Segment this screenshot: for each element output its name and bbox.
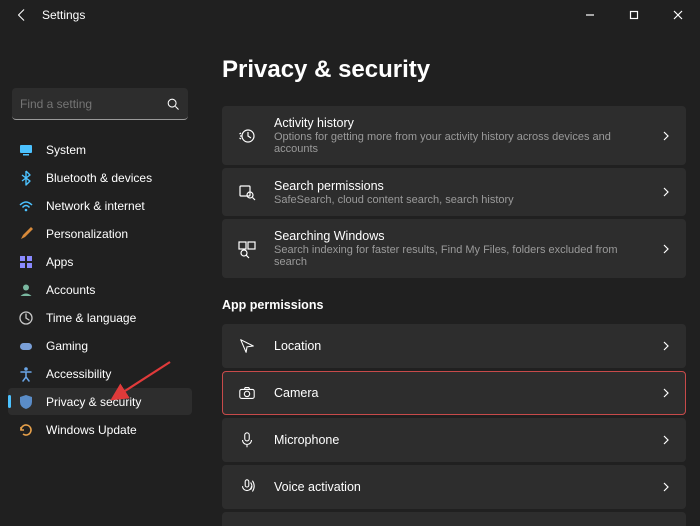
wifi-icon (18, 198, 34, 214)
card-title: Camera (274, 386, 644, 400)
app-title: Settings (42, 8, 85, 22)
card-text: Voice activation (274, 480, 644, 494)
sidebar: System Bluetooth & devices Network & int… (0, 30, 200, 526)
titlebar: Settings (0, 0, 700, 30)
sidebar-item-label: Network & internet (46, 199, 145, 213)
back-arrow-icon (15, 8, 29, 22)
search-box[interactable] (12, 88, 188, 120)
card-location[interactable]: Location (222, 324, 686, 368)
sidebar-item-system[interactable]: System (8, 136, 192, 163)
page-title: Privacy & security (222, 56, 686, 84)
body: System Bluetooth & devices Network & int… (0, 30, 700, 526)
history-icon (236, 125, 258, 147)
main-content[interactable]: Privacy & security Activity history Opti… (200, 30, 700, 526)
bluetooth-icon (18, 170, 34, 186)
sidebar-item-label: Accounts (46, 283, 95, 297)
apps-grid-icon (18, 254, 34, 270)
card-text: Searching Windows Search indexing for fa… (274, 229, 644, 268)
card-title: Voice activation (274, 480, 644, 494)
chevron-right-icon (660, 186, 672, 198)
sidebar-item-accounts[interactable]: Accounts (8, 276, 192, 303)
card-subtitle: Options for getting more from your activ… (274, 131, 644, 155)
card-title: Search permissions (274, 179, 644, 193)
card-notifications[interactable]: Notifications (222, 512, 686, 526)
sidebar-item-network[interactable]: Network & internet (8, 192, 192, 219)
chevron-right-icon (660, 340, 672, 352)
person-icon (18, 282, 34, 298)
card-title: Location (274, 339, 644, 353)
card-voice-activation[interactable]: Voice activation (222, 465, 686, 509)
card-text: Search permissions SafeSearch, cloud con… (274, 179, 644, 206)
card-searching-windows[interactable]: Searching Windows Search indexing for fa… (222, 219, 686, 278)
sidebar-item-privacy-security[interactable]: Privacy & security (8, 388, 192, 415)
chevron-right-icon (660, 481, 672, 493)
sidebar-item-time-language[interactable]: Time & language (8, 304, 192, 331)
clock-icon (18, 310, 34, 326)
minimize-icon (585, 10, 595, 20)
card-search-permissions[interactable]: Search permissions SafeSearch, cloud con… (222, 168, 686, 216)
sidebar-item-label: Time & language (46, 311, 136, 325)
maximize-icon (629, 10, 639, 20)
sidebar-item-label: Bluetooth & devices (46, 171, 152, 185)
chevron-right-icon (660, 130, 672, 142)
card-subtitle: SafeSearch, cloud content search, search… (274, 194, 644, 206)
search-windows-icon (236, 238, 258, 260)
sidebar-item-label: Gaming (46, 339, 88, 353)
card-text: Microphone (274, 433, 644, 447)
card-text: Location (274, 339, 644, 353)
sidebar-item-label: System (46, 143, 86, 157)
sidebar-item-label: Windows Update (46, 423, 137, 437)
location-icon (236, 335, 258, 357)
close-button[interactable] (656, 0, 700, 30)
update-icon (18, 422, 34, 438)
card-camera[interactable]: Camera (222, 371, 686, 415)
sidebar-item-accessibility[interactable]: Accessibility (8, 360, 192, 387)
sidebar-item-apps[interactable]: Apps (8, 248, 192, 275)
sidebar-item-bluetooth[interactable]: Bluetooth & devices (8, 164, 192, 191)
card-title: Microphone (274, 433, 644, 447)
window-controls (568, 0, 700, 30)
chevron-right-icon (660, 243, 672, 255)
back-button[interactable] (8, 1, 36, 29)
sidebar-item-label: Personalization (46, 227, 128, 241)
chevron-right-icon (660, 434, 672, 446)
accessibility-icon (18, 366, 34, 382)
search-input[interactable] (20, 97, 180, 111)
shield-icon (18, 394, 34, 410)
voice-icon (236, 476, 258, 498)
camera-icon (236, 382, 258, 404)
sidebar-item-label: Privacy & security (46, 395, 141, 409)
settings-window: Settings System Bluetooth & devices (0, 0, 700, 526)
card-title: Searching Windows (274, 229, 644, 243)
nav-list: System Bluetooth & devices Network & int… (8, 136, 192, 443)
app-permissions-list: Location Camera Microphone (222, 324, 686, 526)
sidebar-item-label: Apps (46, 255, 73, 269)
card-microphone[interactable]: Microphone (222, 418, 686, 462)
search-icon (166, 97, 180, 111)
sidebar-item-label: Accessibility (46, 367, 111, 381)
sidebar-item-gaming[interactable]: Gaming (8, 332, 192, 359)
microphone-icon (236, 429, 258, 451)
gamepad-icon (18, 338, 34, 354)
section-heading-app-permissions: App permissions (222, 298, 686, 312)
card-text: Camera (274, 386, 644, 400)
chevron-right-icon (660, 387, 672, 399)
windows-permissions-list: Activity history Options for getting mor… (222, 106, 686, 278)
search-permissions-icon (236, 181, 258, 203)
card-subtitle: Search indexing for faster results, Find… (274, 244, 644, 268)
sidebar-item-windows-update[interactable]: Windows Update (8, 416, 192, 443)
system-icon (18, 142, 34, 158)
minimize-button[interactable] (568, 0, 612, 30)
brush-icon (18, 226, 34, 242)
card-text: Activity history Options for getting mor… (274, 116, 644, 155)
card-title: Activity history (274, 116, 644, 130)
card-activity-history[interactable]: Activity history Options for getting mor… (222, 106, 686, 165)
sidebar-item-personalization[interactable]: Personalization (8, 220, 192, 247)
maximize-button[interactable] (612, 0, 656, 30)
close-icon (673, 10, 683, 20)
